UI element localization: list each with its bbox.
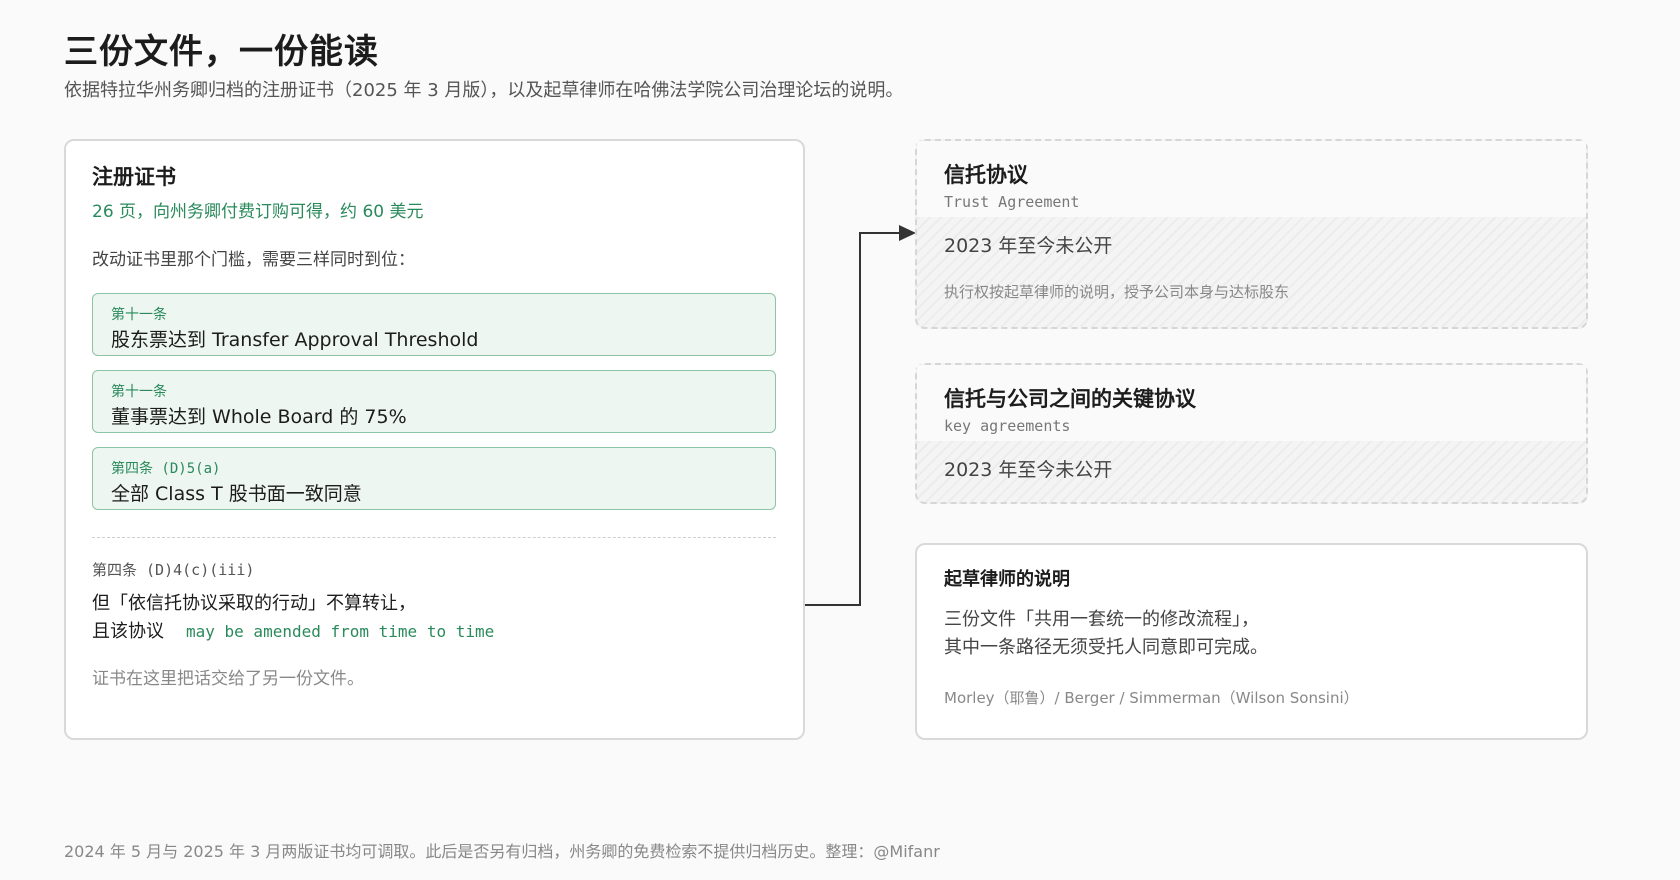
key-agreements-card: 信托与公司之间的关键协议 key agreements 2023 年至今未公开 — [915, 363, 1588, 504]
key-agreements-title: 信托与公司之间的关键协议 — [944, 387, 1196, 411]
trust-agreement-status: 2023 年至今未公开 — [944, 235, 1113, 257]
key-agreements-subtitle: key agreements — [944, 417, 1071, 435]
lawyer-quote-line: 其中一条路径无须受托人同意即可完成。 — [944, 637, 1268, 658]
lawyer-note-title: 起草律师的说明 — [944, 569, 1070, 590]
trust-agreement-card: 信托协议 Trust Agreement 2023 年至今未公开 执行权按起草律… — [915, 139, 1588, 329]
lawyer-attribution: Morley（耶鲁）/ Berger / Simmerman（Wilson So… — [944, 689, 1359, 707]
key-agreements-status: 2023 年至今未公开 — [944, 459, 1113, 481]
footer-note: 2024 年 5 月与 2025 年 3 月两版证书均可调取。此后是否另有归档，… — [64, 842, 940, 861]
lawyer-note-card: 起草律师的说明 三份文件「共用一套统一的修改流程」， 其中一条路径无须受托人同意… — [915, 543, 1588, 740]
trust-agreement-note: 执行权按起草律师的说明，授予公司本身与达标股东 — [944, 283, 1290, 301]
trust-agreement-title: 信托协议 — [944, 163, 1028, 187]
connector-line — [805, 232, 902, 606]
trust-agreement-subtitle: Trust Agreement — [944, 193, 1080, 211]
arrowhead-icon — [899, 225, 916, 241]
lawyer-quote-line: 三份文件「共用一套统一的修改流程」， — [944, 609, 1259, 630]
